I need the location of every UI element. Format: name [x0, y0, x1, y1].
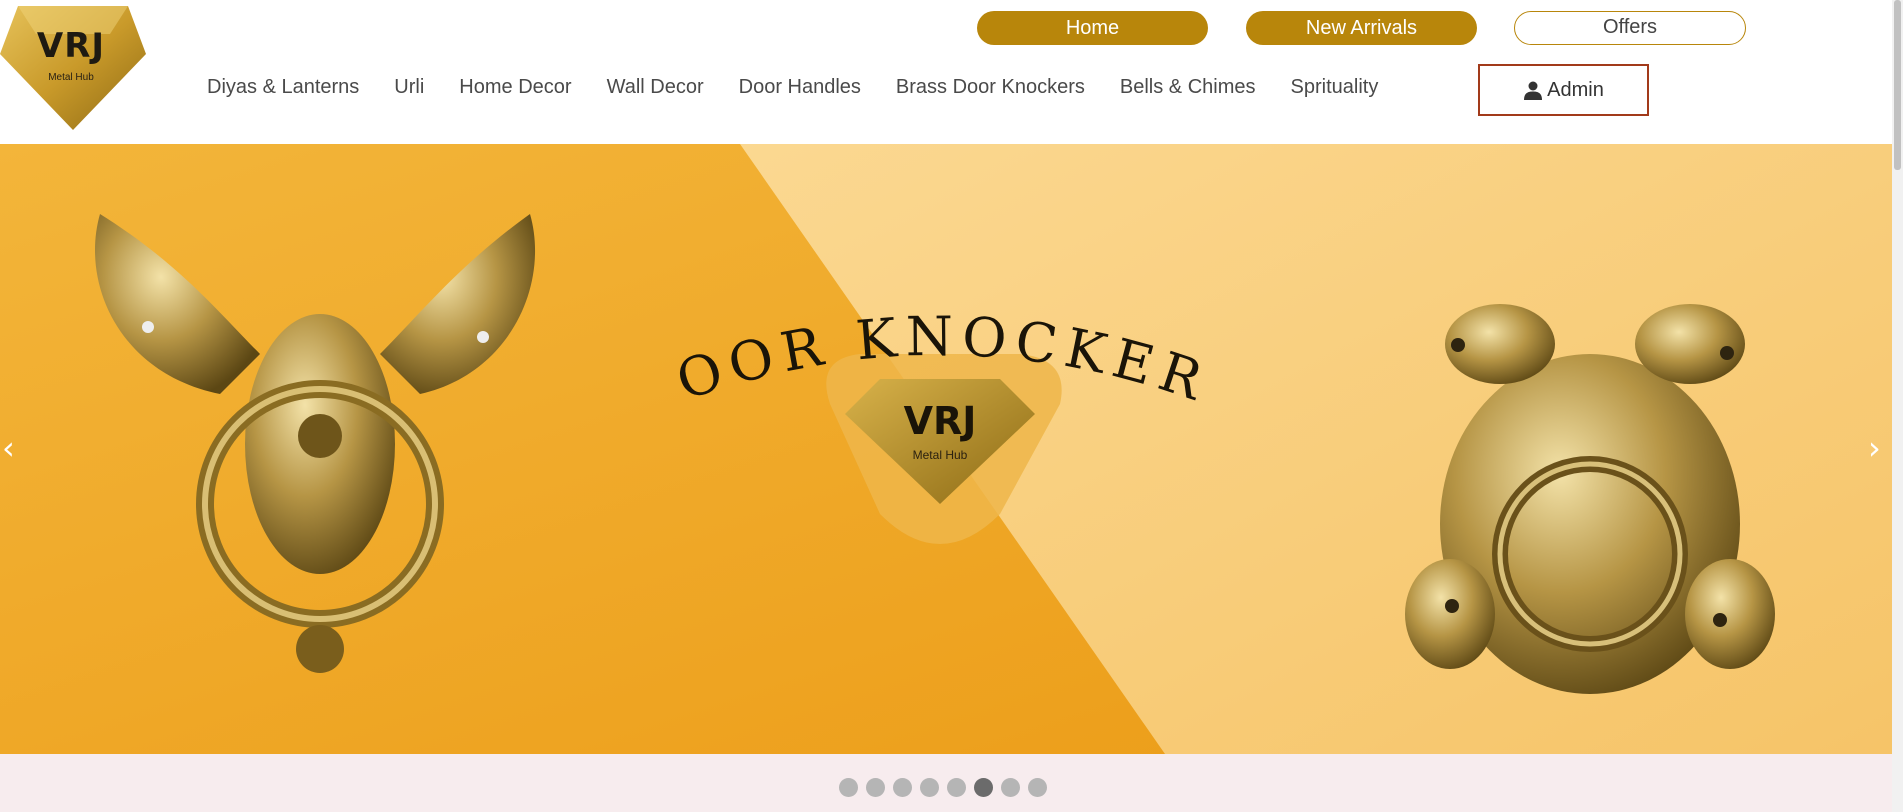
hero-carousel: DOOR KNOCKERS VRJ Metal Hub ‹ ›	[0, 144, 1892, 754]
carousel-next-button[interactable]: ›	[1868, 432, 1881, 464]
carousel-prev-button[interactable]: ‹	[2, 432, 15, 464]
chevron-right-icon: ›	[1868, 429, 1881, 467]
nav-item-bells-chimes[interactable]: Bells & Chimes	[1120, 76, 1256, 102]
site-header: VRJ Metal Hub Home New Arrivals Offers D…	[0, 0, 1892, 144]
carousel-dot[interactable]	[947, 778, 966, 797]
nav-item-home-decor[interactable]: Home Decor	[459, 76, 571, 102]
user-icon	[1524, 81, 1543, 100]
carousel-indicator-bar	[0, 754, 1892, 812]
carousel-dot[interactable]	[866, 778, 885, 797]
home-button[interactable]: Home	[977, 11, 1208, 45]
admin-button[interactable]: Admin	[1478, 64, 1649, 116]
nav-item-brass-door-knockers[interactable]: Brass Door Knockers	[896, 76, 1085, 102]
main-nav: Diyas & Lanterns Urli Home Decor Wall De…	[207, 76, 1378, 102]
carousel-dot[interactable]	[974, 778, 993, 797]
banner-background	[0, 144, 1892, 754]
page-scrollbar[interactable]	[1892, 0, 1903, 812]
offers-button[interactable]: Offers	[1514, 11, 1746, 45]
carousel-dot[interactable]	[920, 778, 939, 797]
carousel-dot[interactable]	[1028, 778, 1047, 797]
carousel-dot[interactable]	[1001, 778, 1020, 797]
logo-text: VRJ	[36, 26, 106, 66]
carousel-dot[interactable]	[893, 778, 912, 797]
logo-diamond-icon	[0, 6, 146, 130]
carousel-dots	[839, 778, 1047, 797]
brand-logo[interactable]: VRJ Metal Hub	[0, 4, 146, 130]
nav-item-door-handles[interactable]: Door Handles	[739, 76, 861, 102]
new-arrivals-button[interactable]: New Arrivals	[1246, 11, 1477, 45]
carousel-dot[interactable]	[839, 778, 858, 797]
logo-subtext: Metal Hub	[48, 72, 94, 83]
scrollbar-thumb[interactable]	[1894, 0, 1901, 170]
chevron-left-icon: ‹	[2, 429, 15, 467]
turtle-knocker-image	[1405, 304, 1775, 694]
nav-item-diyas-lanterns[interactable]: Diyas & Lanterns	[207, 76, 359, 102]
nav-item-urli[interactable]: Urli	[394, 76, 424, 102]
nav-item-sprituality[interactable]: Sprituality	[1291, 76, 1379, 102]
admin-label: Admin	[1547, 78, 1604, 101]
nav-item-wall-decor[interactable]: Wall Decor	[607, 76, 704, 102]
